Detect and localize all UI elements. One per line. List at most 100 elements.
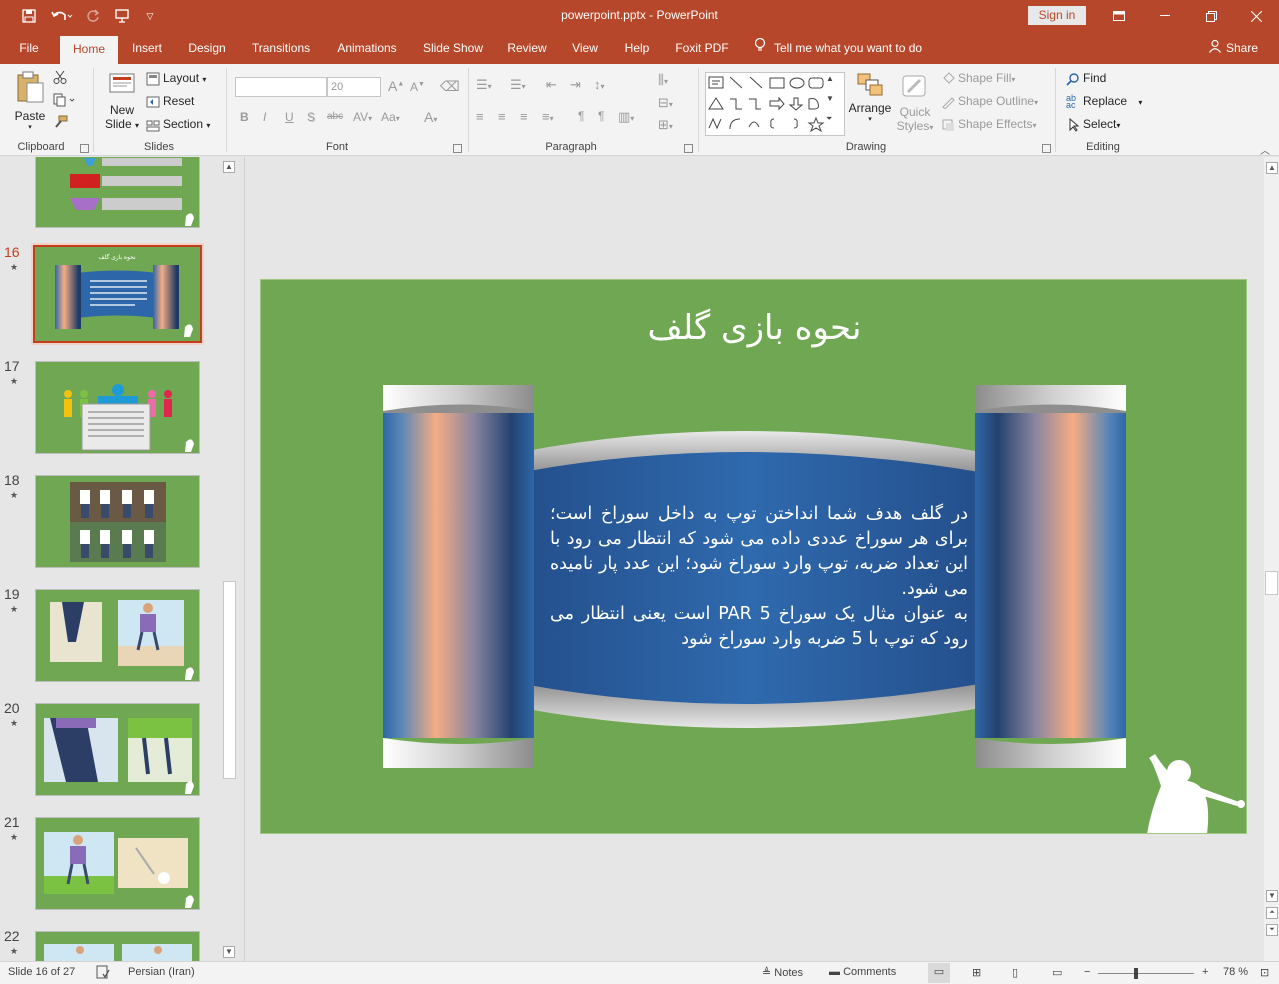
shadow-button[interactable]: S [307,110,315,124]
normal-view-button[interactable]: ▭ [928,963,950,983]
numbering-icon[interactable]: ☰▾ [510,77,526,93]
tab-slide-show[interactable]: Slide Show [416,32,490,64]
slide-thumbnail-22[interactable] [35,931,200,961]
drawing-dialog-launcher[interactable] [1042,144,1051,153]
reading-view-icon[interactable]: ▯ [1012,966,1018,979]
gallery-scroll-down-icon[interactable]: ▼ [826,94,834,103]
zoom-slider-track[interactable] [1098,973,1194,974]
italic-button[interactable]: I [263,110,266,124]
slide-thumbnail-18[interactable] [35,475,200,568]
shape-outline-button[interactable]: Shape Outline▾ [941,94,1038,110]
zoom-in-icon[interactable]: + [1202,966,1208,978]
change-case-button[interactable]: Aa▾ [381,110,400,124]
underline-button[interactable]: U [285,110,294,124]
slide-thumbnail-21[interactable] [35,817,200,910]
slide-body-text[interactable]: در گلف هدف شما انداختن توپ به داخل سوراخ… [550,502,968,652]
scroll-down-icon[interactable]: ▼ [1266,890,1278,902]
font-dialog-launcher[interactable] [453,144,462,153]
tab-transitions[interactable]: Transitions [244,32,318,64]
scroll-up-icon[interactable]: ▲ [223,161,235,173]
new-slide-button[interactable]: New Slide ▾ [104,70,140,131]
thumbnail-scrollbar[interactable]: ▲ ▼ [222,157,238,961]
slide-count[interactable]: Slide 16 of 27 [8,966,75,978]
align-center-icon[interactable]: ≡ [498,109,506,124]
decrease-font-icon[interactable]: A▼ [410,80,425,94]
slide-sorter-icon[interactable]: ⊞ [972,966,981,979]
columns-icon[interactable]: ▥▾ [618,109,634,125]
tab-animations[interactable]: Animations [328,32,406,64]
cut-icon[interactable] [53,70,67,87]
increase-indent-icon[interactable]: ⇥ [570,77,581,93]
current-slide[interactable]: نحوه بازی گلف در گلف هدف شما انداختن توپ… [260,279,1247,834]
slide-thumbnail-20[interactable] [35,703,200,796]
tab-design[interactable]: Design [180,32,234,64]
align-left-icon[interactable]: ≡ [476,109,484,124]
slide-thumbnail-19[interactable] [35,589,200,682]
language-indicator[interactable]: Persian (Iran) [128,966,195,978]
next-slide-icon[interactable]: ⏷ [1266,924,1278,936]
increase-font-icon[interactable]: A▲ [388,78,404,94]
gallery-more-icon[interactable]: ⏷ [826,114,832,124]
slide-thumbnail-15[interactable] [35,157,200,228]
bullets-icon[interactable]: ☰▾ [476,77,492,93]
zoom-level[interactable]: 78 % [1223,966,1248,978]
tab-foxit-pdf[interactable]: Foxit PDF [668,32,736,64]
select-button[interactable]: Select▾ [1066,117,1120,132]
format-painter-icon[interactable] [53,115,69,132]
fit-to-window-icon[interactable]: ⊡ [1260,966,1269,979]
slideshow-view-icon[interactable]: ▭ [1052,966,1062,979]
slide-thumbnail-pane[interactable]: 16 ★ نحوه بازی گلف 17 ★ 18 ★ 19 ★ 20 ★ 2… [0,157,238,961]
copy-icon[interactable] [53,93,75,110]
scroll-down-icon[interactable]: ▼ [223,946,235,958]
paste-button[interactable]: Paste ▾ [14,70,46,131]
tab-review[interactable]: Review [500,32,554,64]
justify-icon[interactable]: ≡▾ [542,109,554,124]
zoom-out-icon[interactable]: − [1084,966,1090,978]
font-name-combo[interactable] [235,77,327,97]
tab-view[interactable]: View [564,32,606,64]
tab-file[interactable]: File [8,32,50,64]
slide-thumbnail-16[interactable]: نحوه بازی گلف [31,243,204,345]
tab-home[interactable]: Home [60,36,118,64]
sign-in-button[interactable]: Sign in [1028,6,1086,25]
shape-fill-button[interactable]: Shape Fill▾ [941,71,1015,86]
replace-button[interactable]: ab ac Replace ▾ [1066,93,1142,109]
collapse-ribbon-icon[interactable]: ︿ [1260,142,1270,157]
minimize-icon[interactable] [1142,0,1188,32]
line-spacing-icon[interactable]: ↕▾ [594,77,605,92]
shapes-gallery[interactable] [705,72,845,136]
notes-button[interactable]: ≜ Notes [762,966,803,979]
editor-scrollbar[interactable]: ▲ ▼ ⏶ ⏷ [1264,157,1279,961]
text-direction-icon[interactable]: ⫼▾ [658,72,668,88]
align-text-icon[interactable]: ⊟▾ [658,95,673,111]
restore-icon[interactable] [1188,0,1234,32]
ribbon-display-options-icon[interactable] [1096,0,1142,32]
bold-button[interactable]: B [240,110,249,124]
scroll-up-icon[interactable]: ▲ [1266,162,1278,174]
font-size-combo[interactable]: 20 [327,77,381,97]
slide-title[interactable]: نحوه بازی گلف [261,308,1246,348]
spelling-icon[interactable] [96,965,110,982]
paragraph-dialog-launcher[interactable] [684,144,693,153]
reset-button[interactable]: Reset [146,94,194,109]
thumbnail-scroll-thumb[interactable] [223,581,236,779]
gallery-scroll-up-icon[interactable]: ▲ [826,74,834,83]
comments-button[interactable]: ▬ Comments [829,966,896,978]
tab-help[interactable]: Help [616,32,658,64]
smartart-icon[interactable]: ⊞▾ [658,117,673,133]
clear-formatting-icon[interactable]: ⌫ [440,78,460,95]
shape-effects-button[interactable]: Shape Effects▾ [941,117,1037,132]
layout-button[interactable]: Layout ▾ [146,71,206,86]
close-icon[interactable] [1233,0,1279,32]
quick-styles-button[interactable]: Quick Styles▾ [894,72,936,133]
align-right-icon[interactable]: ≡ [520,109,528,124]
ltr-icon[interactable]: ¶ [598,109,604,123]
tab-insert[interactable]: Insert [124,32,170,64]
find-button[interactable]: Find [1066,71,1106,86]
share-button[interactable]: Share [1208,32,1258,64]
section-button[interactable]: Section ▾ [146,117,210,132]
decrease-indent-icon[interactable]: ⇤ [546,77,557,93]
editor-scroll-thumb[interactable] [1265,571,1278,595]
font-color-icon[interactable]: A▾ [424,109,437,125]
previous-slide-icon[interactable]: ⏶ [1266,907,1278,919]
